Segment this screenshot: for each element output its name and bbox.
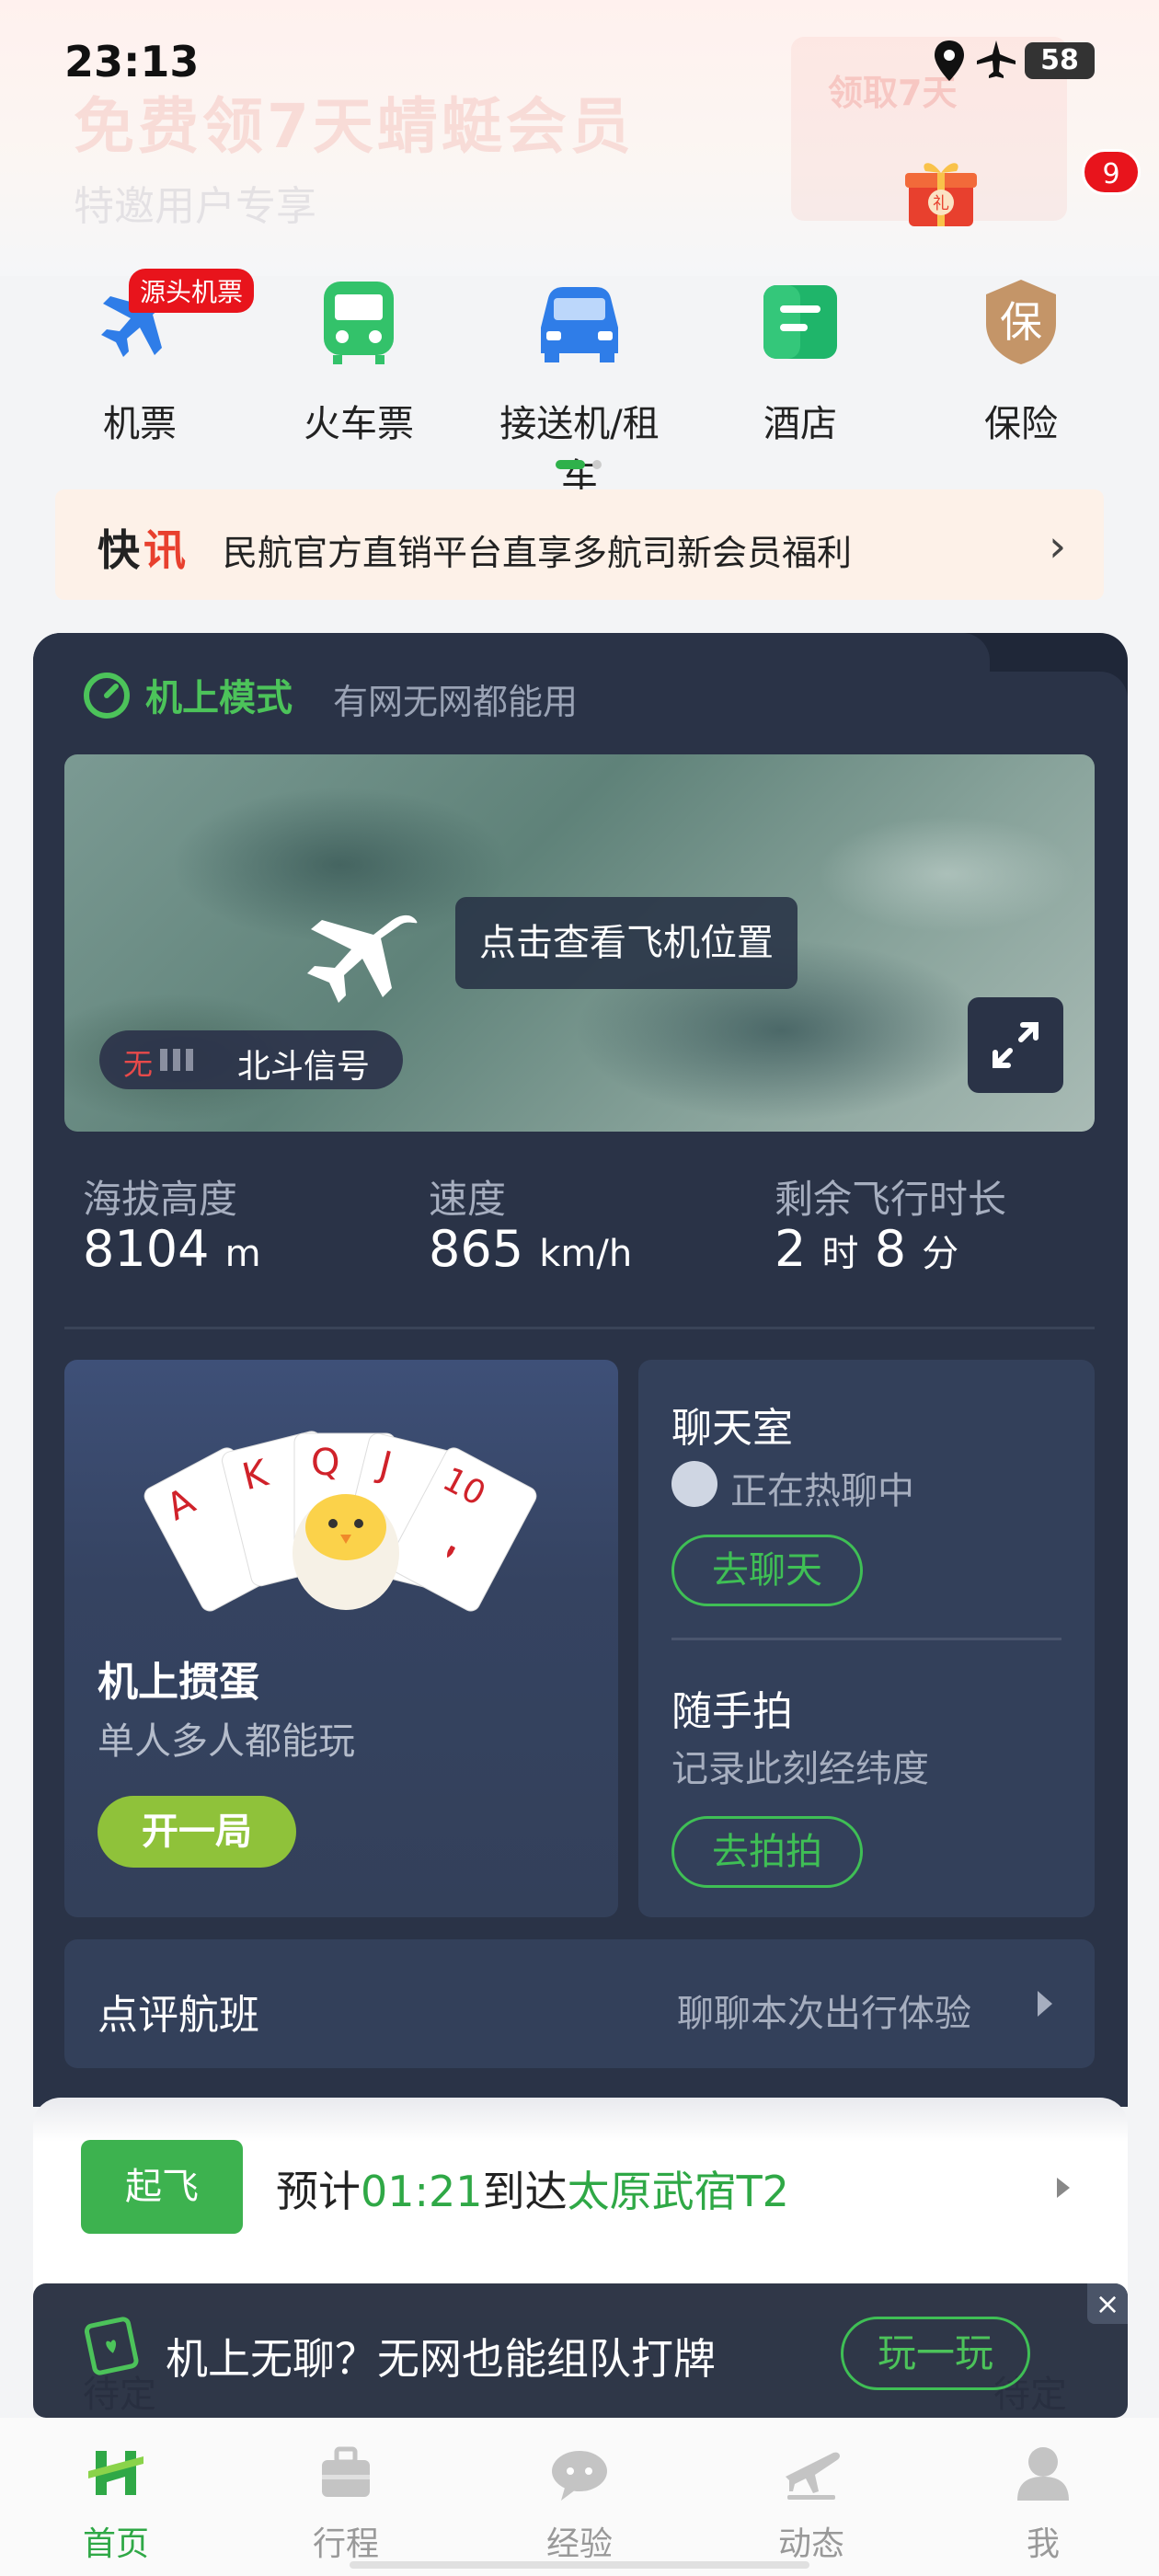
- remaining-time-label: 剩余飞行时长: [775, 1177, 1007, 1222]
- nav-label: 行程: [312, 2525, 379, 2563]
- stats-divider: [64, 1327, 1095, 1329]
- home-indicator: [350, 2561, 809, 2569]
- nav-item-experience[interactable]: 经验: [506, 2440, 653, 2565]
- review-flight-row[interactable]: 点评航班 聊聊本次出行体验: [64, 1939, 1095, 2068]
- flight-mode-title: 机上模式: [145, 677, 293, 719]
- news-label-xun: 讯: [143, 525, 186, 575]
- news-text: 民航官方直销平台直享多航司新会员福利: [223, 533, 853, 573]
- news-banner[interactable]: 快 讯 民航官方直销平台直享多航司新会员福利 ›: [55, 489, 1104, 600]
- chat-title: 聊天室: [671, 1405, 793, 1452]
- page-dot: [592, 460, 602, 469]
- flight-status-badge: 起飞: [81, 2140, 243, 2234]
- insurance-glyph: 保: [1000, 297, 1042, 347]
- game-subtitle: 单人多人都能玩: [98, 1720, 355, 1763]
- avatar: [671, 1461, 717, 1507]
- promo-subtitle: 特邀用户专享: [74, 183, 316, 230]
- eta-text: 预计01:21到达太原武宿T2: [276, 2167, 789, 2216]
- toast-text: 机上无聊？无网也能组队打牌: [166, 2334, 716, 2384]
- close-icon[interactable]: ×: [1087, 2283, 1128, 2324]
- altitude-label: 海拔高度: [83, 1177, 238, 1222]
- service-hotel[interactable]: 酒店: [708, 276, 892, 447]
- beidou-signal: 无 北斗信号: [99, 1030, 403, 1089]
- nav-label: 我: [1026, 2525, 1060, 2563]
- chat-bubble-icon: [552, 2451, 607, 2501]
- service-insurance[interactable]: 保 保险: [929, 276, 1113, 447]
- service-label: 机票: [103, 403, 177, 445]
- home-icon: [88, 2451, 143, 2495]
- map-location-tip[interactable]: 点击查看飞机位置: [455, 897, 798, 989]
- svg-text:Q: Q: [311, 1442, 339, 1484]
- chat-subtitle: 正在热聊中: [730, 1470, 914, 1512]
- status-bar: 23:13 58: [0, 0, 1159, 120]
- gift-icon[interactable]: 礼: [903, 155, 979, 230]
- gauge-icon: [84, 673, 130, 719]
- nav-item-profile[interactable]: 我: [970, 2440, 1117, 2565]
- page-dot-active: [556, 460, 585, 469]
- card-game-tile[interactable]: A K Q J 10 机上掼蛋 单人多人都能玩 开一局: [64, 1360, 618, 1917]
- signal-bars-icon: [160, 1049, 199, 1075]
- service-label: 火车票: [304, 403, 414, 445]
- news-label-kuai: 快: [98, 525, 140, 575]
- nav-item-trips[interactable]: 行程: [272, 2440, 419, 2565]
- notification-badge: 9: [1082, 149, 1141, 195]
- card-game-toast[interactable]: 机上无聊？无网也能组队打牌 玩一玩 ×: [33, 2283, 1128, 2418]
- nav-label: 首页: [82, 2525, 149, 2563]
- insurance-icon: 保: [986, 280, 1056, 364]
- card-divider: [671, 1638, 1061, 1640]
- snap-title: 随手拍: [671, 1688, 793, 1735]
- go-chat-button[interactable]: 去聊天: [671, 1535, 863, 1606]
- location-icon: [935, 40, 964, 81]
- expand-icon: [993, 1022, 1039, 1068]
- play-now-button[interactable]: 玩一玩: [841, 2317, 1030, 2390]
- bottom-navigation: 首页 行程 经验 动态 我: [0, 2418, 1159, 2576]
- nav-item-updates[interactable]: 动态: [738, 2440, 885, 2565]
- car-icon: [541, 287, 618, 362]
- speed-value: 865 km/h: [429, 1220, 633, 1278]
- profile-icon: [1017, 2447, 1069, 2501]
- hotel-icon: [763, 285, 837, 359]
- nav-label: 经验: [545, 2525, 613, 2563]
- flight-mode-subtitle: 有网无网都能用: [333, 682, 579, 722]
- status-time: 23:13: [64, 37, 200, 86]
- flight-status-icon: [786, 2452, 840, 2500]
- playing-cards-icon: A K Q J 10: [143, 1431, 537, 1612]
- nav-item-home[interactable]: 首页: [42, 2440, 189, 2565]
- service-label: 保险: [984, 403, 1058, 445]
- triangle-right-icon: [1038, 1991, 1052, 2017]
- flight-map[interactable]: 点击查看飞机位置 无 北斗信号: [64, 754, 1095, 1132]
- altitude-value: 8104 m: [83, 1220, 261, 1278]
- review-hint: 聊聊本次出行体验: [677, 1993, 971, 2035]
- remaining-time-value: 2 时 8 分: [775, 1220, 959, 1278]
- battery-indicator: 58: [1025, 42, 1095, 79]
- chat-snap-tile: 聊天室 正在热聊中 去聊天 随手拍 记录此刻经纬度 去拍拍: [638, 1360, 1095, 1917]
- nav-label: 动态: [777, 2525, 844, 2563]
- train-icon: [324, 282, 394, 364]
- snap-subtitle: 记录此刻经纬度: [671, 1748, 929, 1790]
- service-train[interactable]: 火车票: [267, 276, 451, 447]
- service-label: 酒店: [763, 403, 837, 445]
- service-tag: 源头机票: [129, 269, 255, 313]
- airplane-mode-icon: [977, 40, 1016, 78]
- triangle-right-icon[interactable]: [1054, 2175, 1073, 2201]
- svg-text:礼: 礼: [933, 194, 949, 213]
- signal-label: 北斗信号: [237, 1048, 371, 1086]
- chevron-right-icon: ›: [1049, 521, 1067, 572]
- suitcase-icon: [322, 2446, 370, 2497]
- airplane-icon: [307, 914, 418, 1003]
- service-label: 接送机/租车: [499, 403, 660, 499]
- review-title: 点评航班: [98, 1992, 259, 2039]
- speed-label: 速度: [429, 1177, 507, 1222]
- signal-status: 无: [123, 1047, 154, 1082]
- go-snap-button[interactable]: 去拍拍: [671, 1816, 863, 1888]
- expand-map-button[interactable]: [968, 997, 1063, 1093]
- card-game-icon: [84, 2317, 139, 2375]
- start-game-button[interactable]: 开一局: [98, 1796, 296, 1868]
- game-title: 机上掼蛋: [98, 1659, 259, 1706]
